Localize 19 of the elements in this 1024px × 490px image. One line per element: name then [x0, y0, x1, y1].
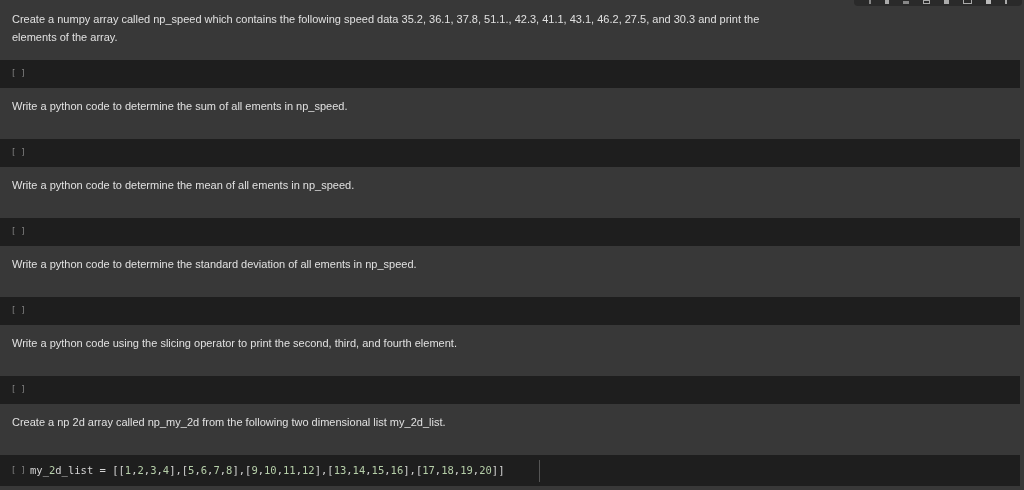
markdown-text: Create a np 2d array called np_my_2d from the following two dimensional list my_2d_list.	[12, 415, 446, 430]
markdown-text: Write a python code to determine the sum of all ements in np_speed.	[12, 99, 348, 114]
run-label[interactable]: [ ]	[0, 384, 30, 396]
run-label[interactable]: [ ]	[0, 226, 30, 238]
run-label[interactable]: [ ]	[0, 68, 30, 80]
code-cell[interactable]: [ ] my_2d_list = [[1,2,3,4],[5,6,7,8],[9,10,11,12],[13,14,15,16],[17,18,19,20]]	[0, 455, 1020, 486]
markdown-text: Create a numpy array called np_speed which contains the following speed data 35.2, 36.1, 37.8, 51.1., 42.3, 41.1, 43.1, 46.2, 27.5, and 30.3 and print the elements of the array.	[12, 12, 761, 45]
code-cell[interactable]: [ ]	[0, 218, 1020, 246]
code-cell[interactable]: [ ]	[0, 139, 1020, 167]
markdown-text: Write a python code using the slicing operator to print the second, third, and fourth element.	[12, 336, 457, 351]
run-label[interactable]: [ ]	[0, 305, 30, 317]
markdown-text: Write a python code to determine the mean of all ements in np_speed.	[12, 178, 355, 193]
run-label[interactable]: [ ]	[0, 464, 30, 477]
code-cell[interactable]: [ ]	[0, 376, 1020, 404]
run-label[interactable]: [ ]	[0, 147, 30, 159]
code-line: my_2d_list = [[1,2,3,4],[5,6,7,8],[9,10,11,12],[13,14,15,16],[17,18,19,20]]	[30, 462, 505, 479]
markdown-text: Write a python code to determine the standard deviation of all ements in np_speed.	[12, 257, 417, 272]
code-cell[interactable]: [ ]	[0, 297, 1020, 325]
code-cell[interactable]: [ ]	[0, 60, 1020, 88]
